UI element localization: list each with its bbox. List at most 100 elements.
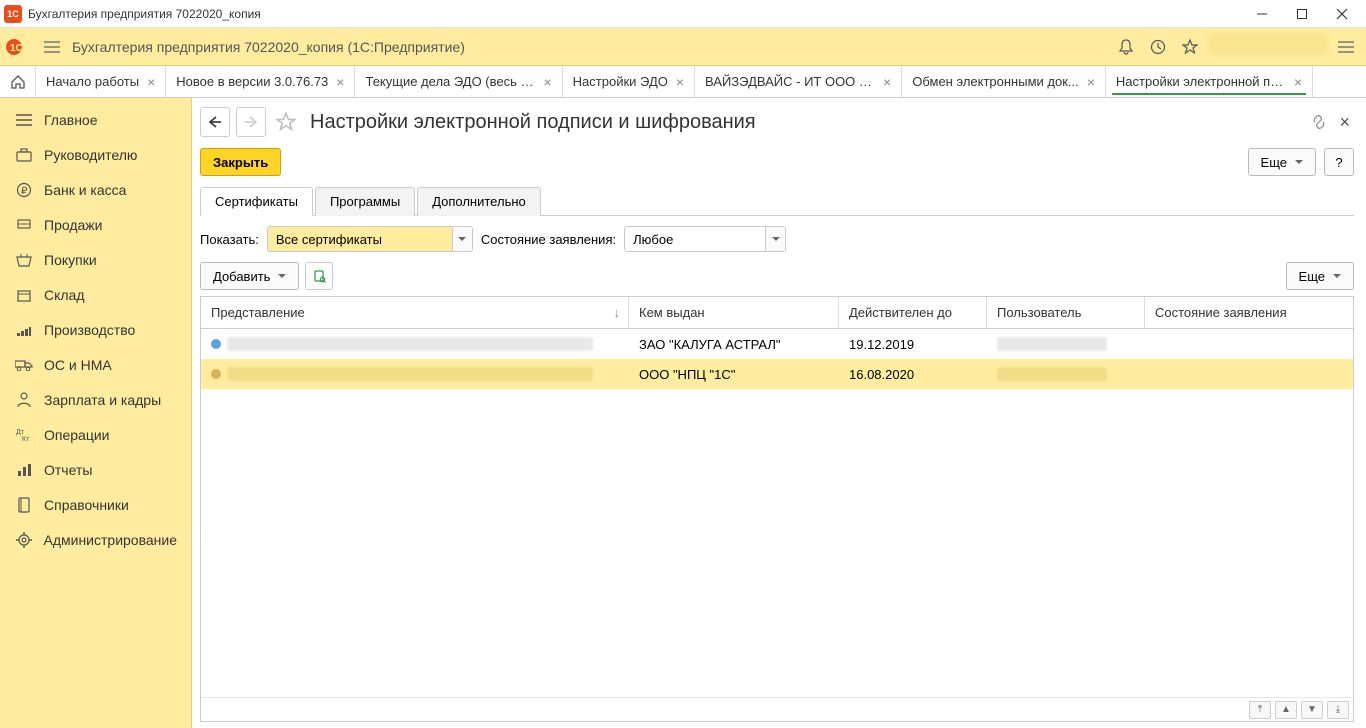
filter-row: Показать: Состояние заявления: bbox=[200, 226, 1354, 252]
menu-icon bbox=[14, 110, 34, 130]
sidebar-item[interactable]: Покупки bbox=[0, 242, 191, 277]
tab-close-icon[interactable]: × bbox=[676, 75, 684, 89]
link-icon[interactable] bbox=[1311, 114, 1327, 130]
main-menu-button[interactable] bbox=[40, 35, 64, 59]
subtab[interactable]: Программы bbox=[315, 187, 415, 216]
cell-valid: 19.12.2019 bbox=[839, 329, 987, 359]
close-window-button[interactable] bbox=[1322, 0, 1362, 28]
col-presentation[interactable]: Представление bbox=[201, 297, 629, 329]
state-input[interactable] bbox=[625, 227, 765, 251]
sidebar-item-label: Покупки bbox=[44, 252, 97, 268]
settings-menu-icon[interactable] bbox=[1332, 33, 1360, 61]
subtab[interactable]: Дополнительно bbox=[417, 187, 541, 216]
coin-icon: ₽ bbox=[14, 180, 34, 200]
show-combo[interactable] bbox=[267, 226, 473, 252]
nav-forward-button[interactable] bbox=[236, 107, 266, 137]
history-icon[interactable] bbox=[1144, 33, 1172, 61]
sidebar-item[interactable]: Отчеты bbox=[0, 452, 191, 487]
sidebar-item-label: Справочники bbox=[44, 497, 129, 513]
help-button[interactable]: ? bbox=[1324, 148, 1354, 176]
col-state[interactable]: Состояние заявления bbox=[1145, 297, 1353, 329]
scroll-top-icon[interactable]: ⤒ bbox=[1249, 701, 1271, 719]
sidebar-item-label: Зарплата и кадры bbox=[44, 392, 161, 408]
star-icon[interactable] bbox=[1176, 33, 1204, 61]
sidebar-item[interactable]: Главное bbox=[0, 102, 191, 137]
content-header: Настройки электронной подписи и шифрован… bbox=[200, 104, 1354, 140]
sidebar-item-label: Банк и касса bbox=[44, 182, 126, 198]
sidebar-item[interactable]: ДтКтОперации bbox=[0, 417, 191, 452]
sidebar-item[interactable]: ₽ Банк и касса bbox=[0, 172, 191, 207]
show-label: Показать: bbox=[200, 232, 259, 247]
page-title: Настройки электронной подписи и шифрован… bbox=[310, 111, 1305, 134]
minimize-button[interactable] bbox=[1242, 0, 1282, 28]
tab[interactable]: Текущие дела ЭДО (весь д...× bbox=[355, 66, 562, 97]
tab[interactable]: ВАЙЗЭДВАЙС - ИТ ООО (К...× bbox=[695, 66, 902, 97]
briefcase-icon bbox=[14, 145, 34, 165]
scroll-down-icon[interactable]: ▼ bbox=[1301, 701, 1323, 719]
sidebar-item[interactable]: ОС и НМА bbox=[0, 347, 191, 382]
favorite-star-icon[interactable] bbox=[272, 108, 300, 136]
app-icon: 1C bbox=[4, 5, 22, 23]
tab-close-icon[interactable]: × bbox=[147, 75, 155, 89]
sidebar-item[interactable]: Склад bbox=[0, 277, 191, 312]
sidebar-item-label: Отчеты bbox=[44, 462, 92, 478]
state-combo[interactable] bbox=[624, 226, 786, 252]
svg-text:₽: ₽ bbox=[21, 186, 28, 197]
tab[interactable]: Начало работы× bbox=[36, 66, 166, 97]
sidebar-item-label: Производство bbox=[44, 322, 135, 338]
add-button[interactable]: Добавить bbox=[200, 262, 299, 290]
sidebar-item[interactable]: Администрирование bbox=[0, 522, 191, 557]
table-toolbar: Добавить Еще bbox=[200, 262, 1354, 290]
sidebar-item[interactable]: Зарплата и кадры bbox=[0, 382, 191, 417]
factory-icon bbox=[14, 320, 34, 340]
action-row: Закрыть Еще ? bbox=[200, 148, 1354, 176]
sidebar-item[interactable]: Руководителю bbox=[0, 137, 191, 172]
sidebar-item[interactable]: Продажи bbox=[0, 207, 191, 242]
tab-close-icon[interactable]: × bbox=[336, 75, 344, 89]
col-issuer[interactable]: Кем выдан bbox=[629, 297, 839, 329]
table-footer: ⤒ ▲ ▼ ⤓ bbox=[201, 697, 1353, 721]
close-button[interactable]: Закрыть bbox=[200, 148, 281, 176]
close-tab-button[interactable]: × bbox=[1335, 112, 1354, 133]
gear-icon bbox=[14, 530, 34, 550]
cell-issuer: ООО "НПЦ "1С" bbox=[629, 359, 839, 389]
bell-icon[interactable] bbox=[1112, 33, 1140, 61]
show-dropdown-icon[interactable] bbox=[452, 227, 472, 251]
tab-label: Настройки ЭДО bbox=[573, 74, 668, 89]
tab[interactable]: Новое в версии 3.0.76.73× bbox=[166, 66, 355, 97]
tab-close-icon[interactable]: × bbox=[1087, 75, 1095, 89]
table-row[interactable]: ЗАО "КАЛУГА АСТРАЛ"19.12.2019 bbox=[201, 329, 1353, 359]
tab-close-icon[interactable]: × bbox=[1294, 75, 1302, 89]
logo-1c-icon: 1C bbox=[6, 35, 36, 59]
tab[interactable]: Обмен электронными док...× bbox=[902, 66, 1106, 97]
tab-close-icon[interactable]: × bbox=[543, 75, 551, 89]
subtab[interactable]: Сертификаты bbox=[200, 187, 313, 216]
more-button[interactable]: Еще bbox=[1248, 148, 1316, 176]
tab[interactable]: Настройки электронной под...× bbox=[1106, 66, 1313, 97]
nav-back-button[interactable] bbox=[200, 107, 230, 137]
maximize-button[interactable] bbox=[1282, 0, 1322, 28]
sidebar-item[interactable]: Производство bbox=[0, 312, 191, 347]
cert-table: Представление Кем выдан Действителен до … bbox=[200, 296, 1354, 722]
state-dropdown-icon[interactable] bbox=[765, 227, 785, 251]
refresh-icon[interactable] bbox=[305, 262, 333, 290]
home-tab[interactable] bbox=[0, 66, 36, 97]
table-more-button[interactable]: Еще bbox=[1286, 262, 1354, 290]
box-icon bbox=[14, 285, 34, 305]
table-row[interactable]: ООО "НПЦ "1С"16.08.2020 bbox=[201, 359, 1353, 389]
cell-user bbox=[987, 359, 1145, 389]
table-header: Представление Кем выдан Действителен до … bbox=[201, 297, 1353, 329]
app-bar: 1C Бухгалтерия предприятия 7022020_копия… bbox=[0, 28, 1366, 66]
tab-close-icon[interactable]: × bbox=[883, 75, 891, 89]
row-status-icon bbox=[211, 369, 221, 379]
col-valid[interactable]: Действителен до bbox=[839, 297, 987, 329]
col-user[interactable]: Пользователь bbox=[987, 297, 1145, 329]
basket-icon bbox=[14, 250, 34, 270]
scroll-up-icon[interactable]: ▲ bbox=[1275, 701, 1297, 719]
tab[interactable]: Настройки ЭДО × bbox=[563, 66, 695, 97]
show-input[interactable] bbox=[268, 227, 452, 251]
blurred-text bbox=[227, 337, 593, 351]
sidebar-item[interactable]: Справочники bbox=[0, 487, 191, 522]
book-icon bbox=[14, 495, 34, 515]
scroll-bottom-icon[interactable]: ⤓ bbox=[1327, 701, 1349, 719]
